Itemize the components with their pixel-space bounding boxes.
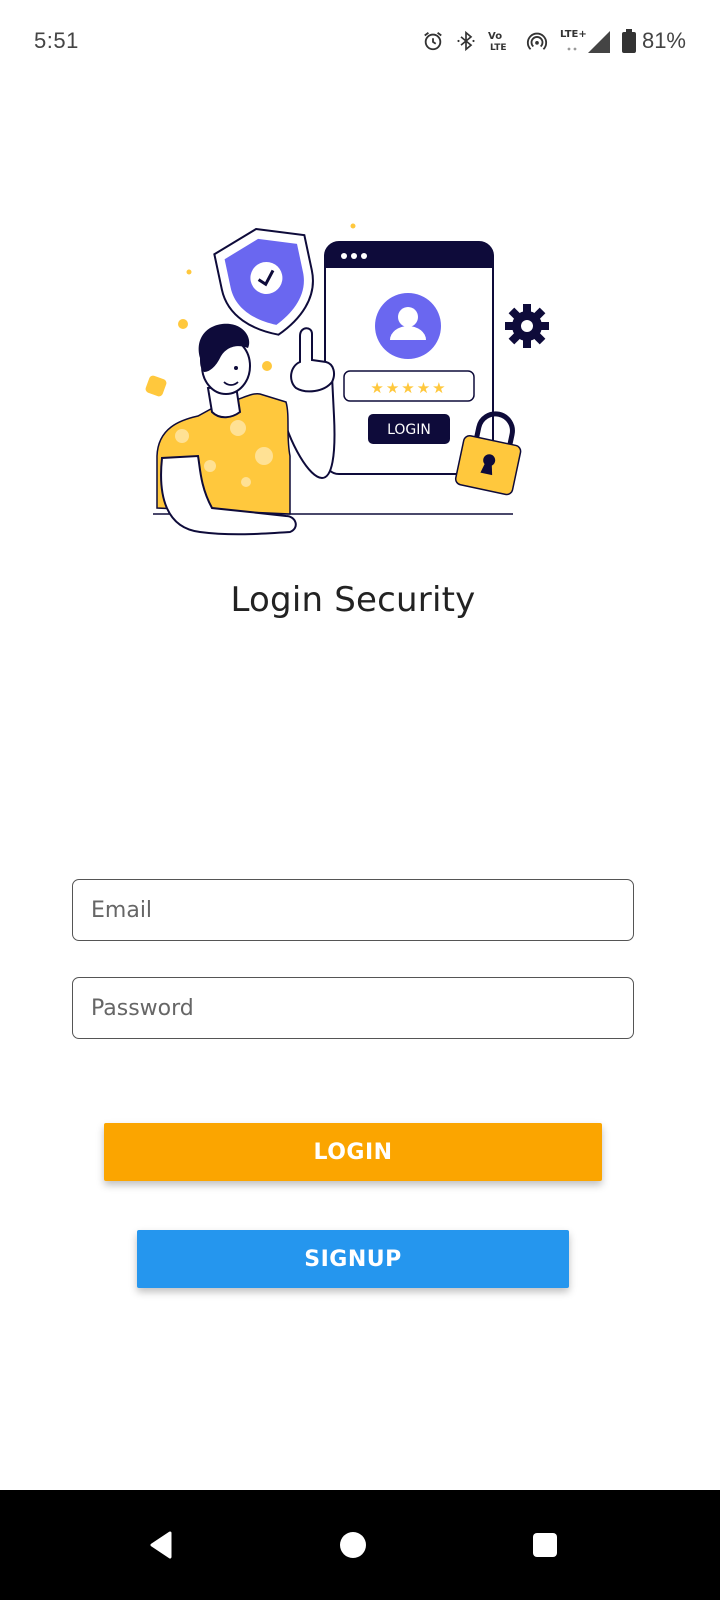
volte-label-top: Vo xyxy=(488,31,502,42)
status-icons: Vo LTE LTE+ 81% xyxy=(422,26,686,56)
lte-signal-icon: LTE+ xyxy=(560,27,610,55)
home-button[interactable] xyxy=(318,1510,388,1580)
battery-icon xyxy=(621,29,636,53)
alarm-icon xyxy=(422,30,444,52)
system-nav-bar xyxy=(0,1490,720,1600)
illustration-title: Login Security xyxy=(230,580,476,620)
password-field[interactable] xyxy=(72,977,634,1039)
decor-dot xyxy=(262,361,272,371)
hotspot-icon xyxy=(526,30,548,52)
bluetooth-icon xyxy=(456,30,476,52)
back-icon xyxy=(150,1531,172,1559)
status-time: 5:51 xyxy=(34,28,79,53)
decor-dot xyxy=(350,223,356,229)
signup-button[interactable]: SIGNUP xyxy=(137,1230,569,1288)
illustration-login-label: LOGIN xyxy=(387,422,431,438)
email-input[interactable] xyxy=(89,896,633,924)
decor-square xyxy=(145,375,167,397)
volte-label-bottom: LTE xyxy=(490,43,507,53)
person-figure xyxy=(156,323,336,536)
home-icon xyxy=(340,1532,366,1558)
recents-icon xyxy=(533,1533,557,1557)
recents-button[interactable] xyxy=(510,1510,580,1580)
login-screen: 5:51 Vo LTE LTE+ 81% ★★★★★ LOGIN Login S… xyxy=(0,0,720,1600)
password-mask: ★★★★★ xyxy=(370,379,447,397)
login-button[interactable]: LOGIN xyxy=(104,1123,602,1181)
back-button[interactable] xyxy=(126,1510,196,1580)
password-input[interactable] xyxy=(89,994,633,1022)
status-bar: 5:51 Vo LTE LTE+ 81% xyxy=(0,0,720,86)
email-field[interactable] xyxy=(72,879,634,941)
decor-dot xyxy=(178,319,188,329)
decor-dot xyxy=(186,269,192,275)
gear-icon xyxy=(505,304,549,348)
lte-label: LTE+ xyxy=(560,29,587,40)
battery-percentage: 81% xyxy=(641,28,686,53)
volte-icon: Vo LTE xyxy=(488,29,514,53)
login-security-illustration: ★★★★★ LOGIN xyxy=(140,216,580,556)
